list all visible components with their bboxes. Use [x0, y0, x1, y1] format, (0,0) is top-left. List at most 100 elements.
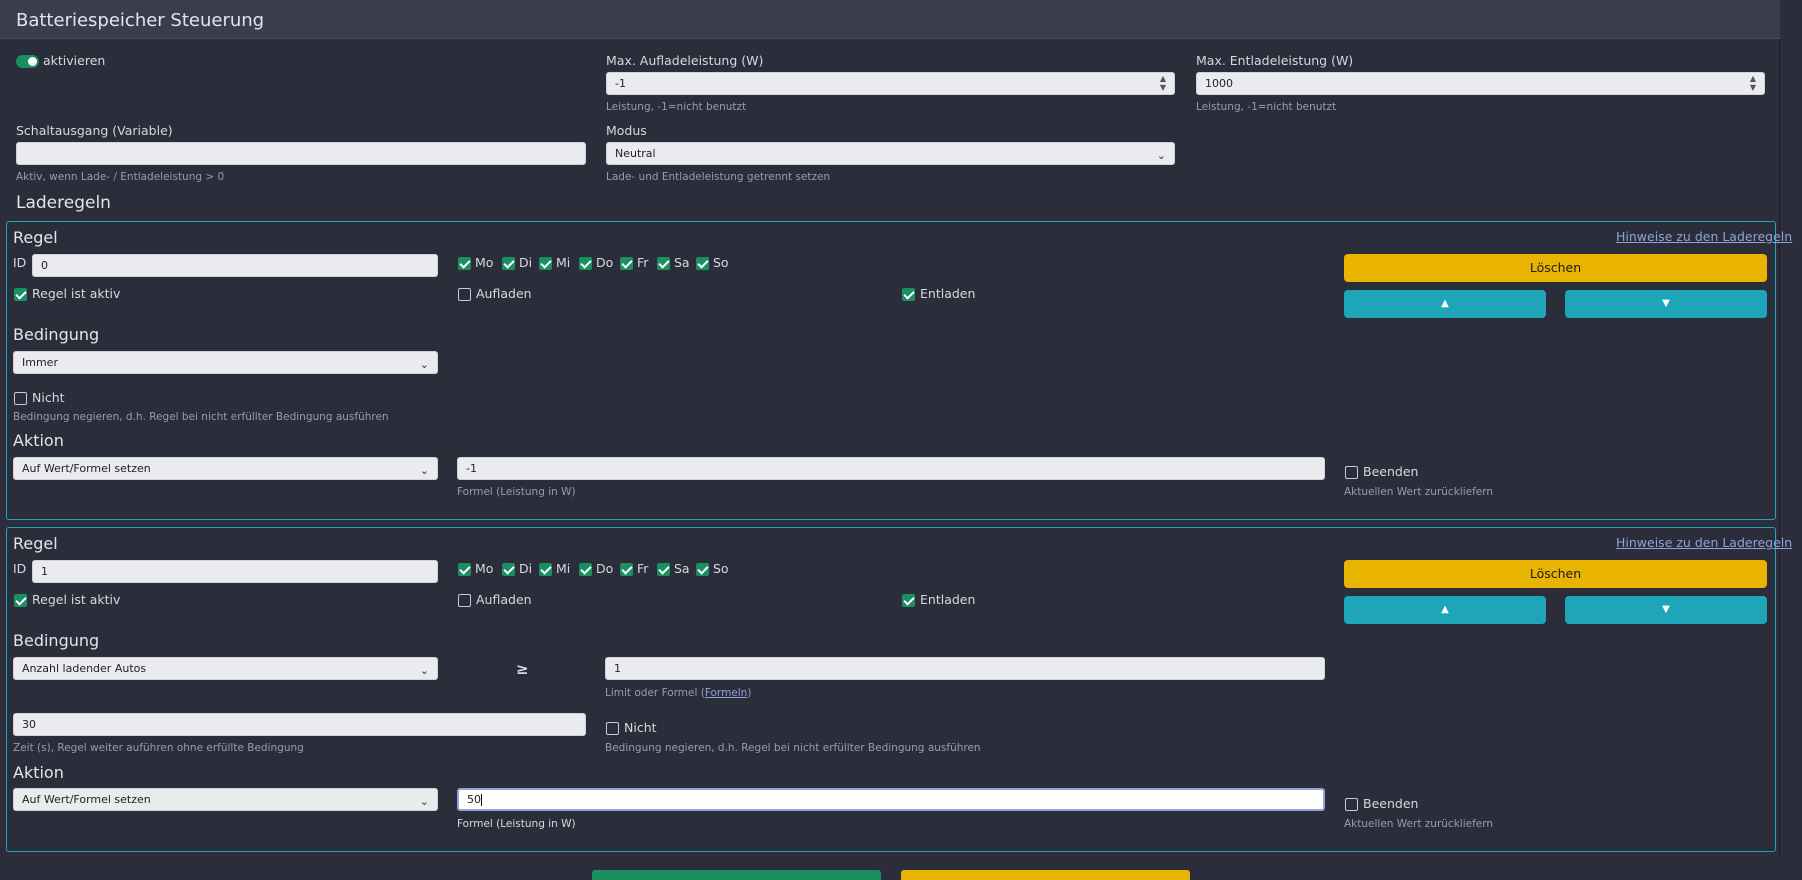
rule-active-label: Regel ist aktiv [32, 286, 121, 301]
day-label: Sa [674, 561, 690, 576]
max-discharge-input[interactable]: 1000 ▲ ▼ [1196, 72, 1765, 95]
end-hint: Aktuellen Wert zurückliefern [1344, 818, 1494, 830]
day-so-checkbox[interactable] [696, 563, 709, 576]
discharge-checkbox[interactable] [902, 594, 915, 607]
switch-output-hint: Aktiv, wenn Lade- / Entladeleistung > 0 [16, 171, 225, 183]
mode-hint: Lade- und Entladeleistung getrennt setze… [606, 171, 831, 183]
rule-active-checkbox[interactable] [14, 594, 27, 607]
max-charge-label: Max. Aufladeleistung (W) [606, 53, 764, 68]
day-label: Fr [637, 255, 649, 270]
day-fr-checkbox[interactable] [620, 257, 633, 270]
day-mi-checkbox[interactable] [539, 257, 552, 270]
not-label: Nicht [624, 720, 657, 735]
end-checkbox[interactable] [1345, 466, 1358, 479]
rule-id-input[interactable]: 1 [32, 560, 438, 583]
charge-checkbox[interactable] [458, 288, 471, 301]
id-label: ID [13, 255, 27, 270]
max-discharge-hint: Leistung, -1=nicht benutzt [1196, 101, 1337, 113]
not-label: Nicht [32, 390, 65, 405]
day-label: So [713, 561, 729, 576]
day-sa-checkbox[interactable] [657, 257, 670, 270]
end-label: Beenden [1363, 464, 1419, 479]
day-so-checkbox[interactable] [696, 257, 709, 270]
charge-checkbox[interactable] [458, 594, 471, 607]
chevron-down-icon: ⌄ [1156, 149, 1166, 162]
max-charge-input[interactable]: -1 ▲ ▼ [606, 72, 1175, 95]
not-checkbox[interactable] [606, 722, 619, 735]
day-mo-checkbox[interactable] [458, 257, 471, 270]
rule-hints-link[interactable]: Hinweise zu den Laderegeln [1616, 535, 1792, 550]
move-down-button[interactable]: ▼ [1565, 290, 1767, 318]
rule-title: Regel [13, 534, 58, 553]
save-button[interactable] [592, 870, 881, 880]
day-label: Do [596, 255, 614, 270]
day-mo-checkbox[interactable] [458, 563, 471, 576]
max-charge-value: -1 [615, 77, 626, 90]
action-heading: Aktion [13, 431, 64, 450]
move-up-button[interactable]: ▲ [1344, 596, 1546, 624]
rules-heading: Laderegeln [16, 193, 111, 213]
chevron-down-icon: ⌄ [419, 795, 429, 808]
move-down-button[interactable]: ▼ [1565, 596, 1767, 624]
chevron-down-icon: ⌄ [419, 664, 429, 677]
mode-select[interactable]: Neutral ⌄ [606, 142, 1175, 165]
condition-select[interactable]: Immer ⌄ [13, 351, 438, 374]
action-heading: Aktion [13, 763, 64, 782]
switch-output-label: Schaltausgang (Variable) [16, 123, 173, 138]
id-label: ID [13, 561, 27, 576]
text-cursor [481, 794, 482, 806]
end-label: Beenden [1363, 796, 1419, 811]
mode-label: Modus [606, 123, 647, 138]
day-label: Di [519, 255, 533, 270]
rule-active-checkbox[interactable] [14, 288, 27, 301]
condition-heading: Bedingung [13, 631, 100, 650]
rule-title: Regel [13, 228, 58, 247]
formula-input[interactable]: 50 [457, 788, 1325, 811]
day-do-checkbox[interactable] [579, 257, 592, 270]
day-mi-checkbox[interactable] [539, 563, 552, 576]
not-hint: Bedingung negieren, d.h. Regel bei nicht… [13, 411, 389, 423]
day-label: Di [519, 561, 533, 576]
formula-hint: Formel (Leistung in W) [457, 486, 576, 498]
move-up-button[interactable]: ▲ [1344, 290, 1546, 318]
chevron-down-icon: ⌄ [419, 464, 429, 477]
day-do-checkbox[interactable] [579, 563, 592, 576]
action-select[interactable]: Auf Wert/Formel setzen ⌄ [13, 788, 438, 811]
chevron-down-icon: ⌄ [419, 358, 429, 371]
time-input[interactable]: 30 [13, 713, 586, 736]
not-checkbox[interactable] [14, 392, 27, 405]
limit-input[interactable]: 1 [605, 657, 1325, 680]
activate-toggle[interactable] [16, 55, 39, 68]
not-hint: Bedingung negieren, d.h. Regel bei nicht… [605, 742, 981, 754]
discharge-checkbox[interactable] [902, 288, 915, 301]
spinner-icon[interactable]: ▲ ▼ [1750, 74, 1756, 92]
action-select[interactable]: Auf Wert/Formel setzen ⌄ [13, 457, 438, 480]
day-fr-checkbox[interactable] [620, 563, 633, 576]
reset-button[interactable] [901, 870, 1190, 880]
formulas-link[interactable]: Formeln [705, 687, 747, 699]
day-label: Mi [556, 561, 571, 576]
rule-id-input[interactable]: 0 [32, 254, 438, 277]
switch-output-input[interactable] [16, 142, 586, 165]
mode-value: Neutral [615, 147, 656, 160]
day-label: So [713, 255, 729, 270]
arrow-down-icon: ▼ [1662, 298, 1670, 309]
operator-label: ≥ [516, 660, 529, 678]
delete-button[interactable]: Löschen [1344, 254, 1767, 282]
rule-hints-link[interactable]: Hinweise zu den Laderegeln [1616, 229, 1792, 244]
day-label: Mo [475, 255, 494, 270]
activate-label: aktivieren [43, 53, 106, 68]
formula-hint: Formel (Leistung in W) [457, 818, 576, 830]
formula-input[interactable]: -1 [457, 457, 1325, 480]
day-label: Sa [674, 255, 690, 270]
max-discharge-label: Max. Entladeleistung (W) [1196, 53, 1354, 68]
spinner-icon[interactable]: ▲ ▼ [1160, 74, 1166, 92]
condition-select[interactable]: Anzahl ladender Autos ⌄ [13, 657, 438, 680]
end-checkbox[interactable] [1345, 798, 1358, 811]
delete-button[interactable]: Löschen [1344, 560, 1767, 588]
day-sa-checkbox[interactable] [657, 563, 670, 576]
day-di-checkbox[interactable] [502, 563, 515, 576]
day-di-checkbox[interactable] [502, 257, 515, 270]
day-label: Do [596, 561, 614, 576]
rule-active-label: Regel ist aktiv [32, 592, 121, 607]
